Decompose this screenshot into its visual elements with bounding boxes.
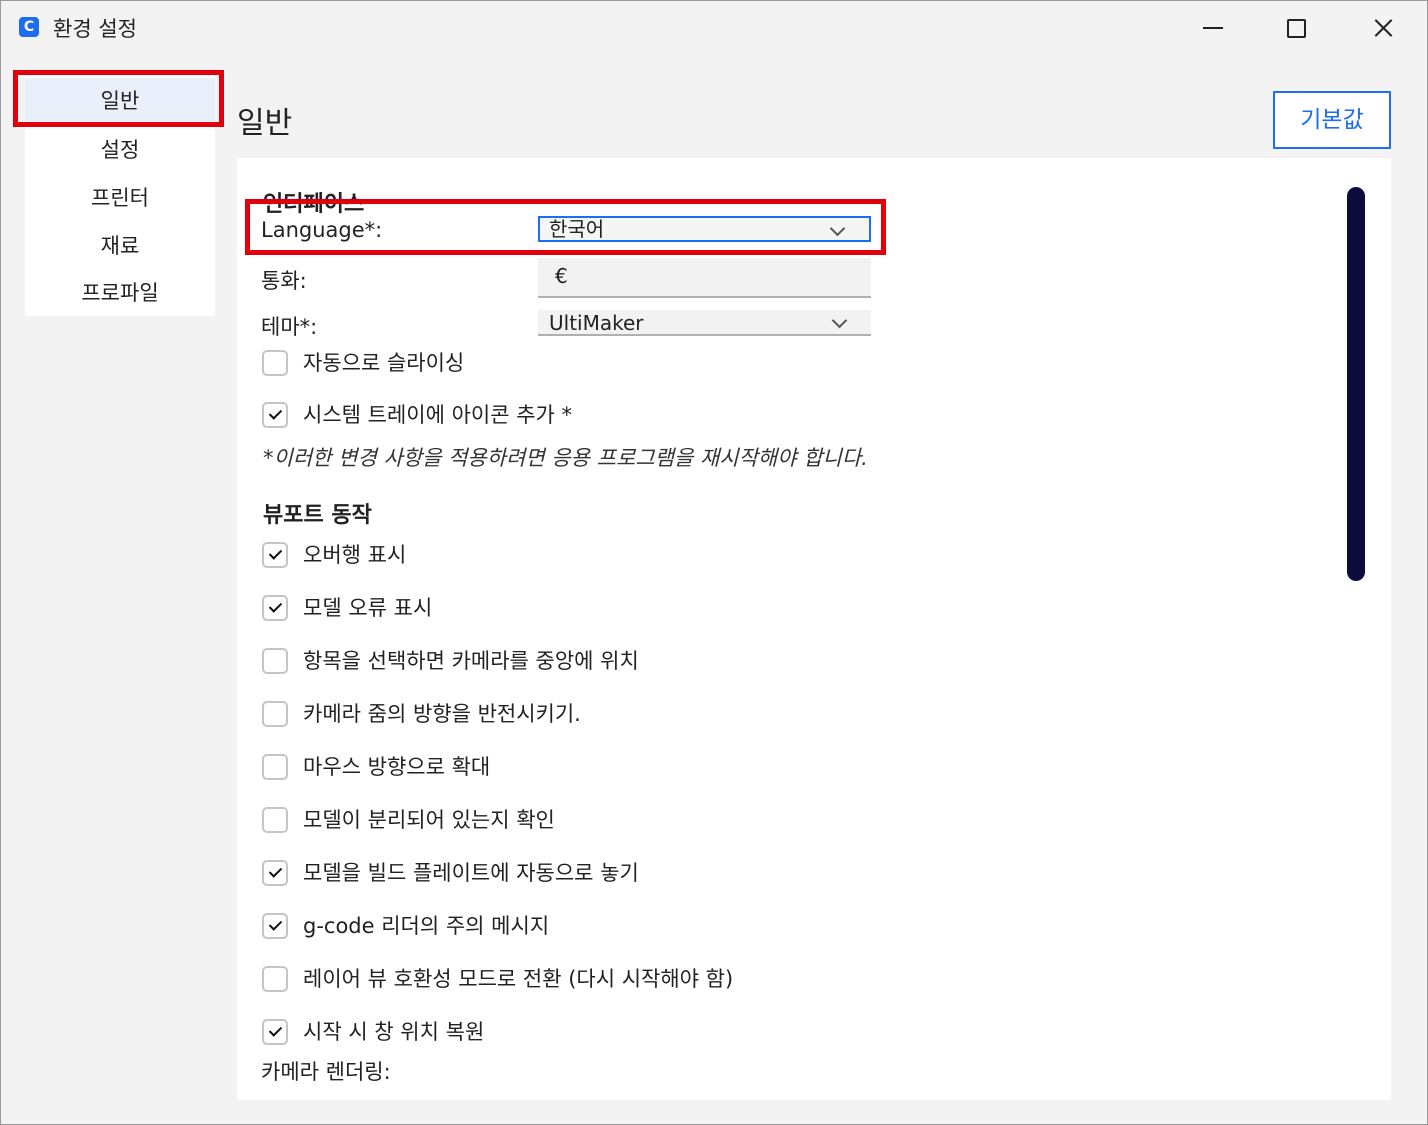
- camera-rendering-label: 카메라 렌더링:: [261, 1060, 391, 1084]
- title-bar: C 환경 설정: [0, 0, 1428, 56]
- checkbox-label: 카메라 줌의 방향을 반전시키기.: [303, 702, 581, 726]
- checkbox[interactable]: [262, 966, 288, 992]
- checkbox[interactable]: [262, 754, 288, 780]
- language-label: Language*:: [261, 218, 383, 242]
- checkbox[interactable]: [262, 1019, 288, 1045]
- checkbox-label: 모델이 분리되어 있는지 확인: [303, 808, 555, 832]
- checkbox-label: g-code 리더의 주의 메시지: [303, 914, 550, 938]
- settings-panel: 인터페이스 Language*: 한국어 통화: € 테마*: UltiMake…: [237, 158, 1391, 1100]
- checkbox[interactable]: [262, 807, 288, 833]
- window-title: 환경 설정: [53, 17, 137, 41]
- language-select[interactable]: 한국어: [538, 216, 871, 242]
- currency-label: 통화:: [261, 269, 307, 293]
- theme-select-value: UltiMaker: [549, 311, 644, 335]
- checkbox-label: 자동으로 슬라이싱: [303, 351, 465, 375]
- checkbox[interactable]: [262, 701, 288, 727]
- close-button[interactable]: [1353, 8, 1413, 48]
- checkbox[interactable]: [262, 648, 288, 674]
- checkbox-label: 항목을 선택하면 카메라를 중앙에 위치: [303, 649, 639, 673]
- defaults-button[interactable]: 기본값: [1273, 91, 1391, 149]
- sidebar-item-materials[interactable]: 재료: [25, 223, 215, 269]
- sidebar-item-general[interactable]: 일반: [25, 78, 215, 124]
- checkbox[interactable]: [262, 542, 288, 568]
- chevron-down-icon: [831, 312, 848, 329]
- app-logo-icon: C: [19, 17, 39, 37]
- sidebar: 일반 설정 프린터 재료 프로파일: [25, 76, 215, 316]
- checkbox[interactable]: [262, 860, 288, 886]
- checkbox-label: 모델 오류 표시: [303, 596, 433, 620]
- minimize-button[interactable]: [1183, 8, 1243, 48]
- language-select-value: 한국어: [549, 217, 605, 241]
- checkbox[interactable]: [262, 350, 288, 376]
- currency-input[interactable]: €: [538, 258, 871, 298]
- sidebar-item-printers[interactable]: 프린터: [25, 175, 215, 221]
- sidebar-item-profiles[interactable]: 프로파일: [25, 270, 215, 316]
- checkbox[interactable]: [262, 402, 288, 428]
- checkbox[interactable]: [262, 913, 288, 939]
- currency-input-value: €: [555, 264, 568, 288]
- section-title-interface: 인터페이스: [263, 192, 365, 217]
- checkbox-label: 시작 시 창 위치 복원: [303, 1020, 485, 1044]
- maximize-button[interactable]: [1267, 8, 1327, 48]
- checkbox-label: 모델을 빌드 플레이트에 자동으로 놓기: [303, 861, 639, 885]
- checkbox-label: 마우스 방향으로 확대: [303, 755, 491, 779]
- checkbox-label: 레이어 뷰 호환성 모드로 전환 (다시 시작해야 함): [303, 967, 734, 991]
- checkbox[interactable]: [262, 595, 288, 621]
- chevron-down-icon: [829, 220, 846, 237]
- sidebar-item-settings[interactable]: 설정: [25, 127, 215, 173]
- restart-note: *이러한 변경 사항을 적용하려면 응용 프로그램을 재시작해야 합니다.: [263, 446, 868, 470]
- scrollbar-thumb[interactable]: [1347, 187, 1365, 581]
- section-title-viewport: 뷰포트 동작: [263, 503, 372, 528]
- page-title: 일반: [237, 106, 293, 141]
- checkbox-label: 오버행 표시: [303, 543, 407, 567]
- theme-select[interactable]: UltiMaker: [538, 310, 871, 336]
- theme-label: 테마*:: [261, 315, 318, 339]
- checkbox-label: 시스템 트레이에 아이콘 추가 *: [303, 403, 573, 427]
